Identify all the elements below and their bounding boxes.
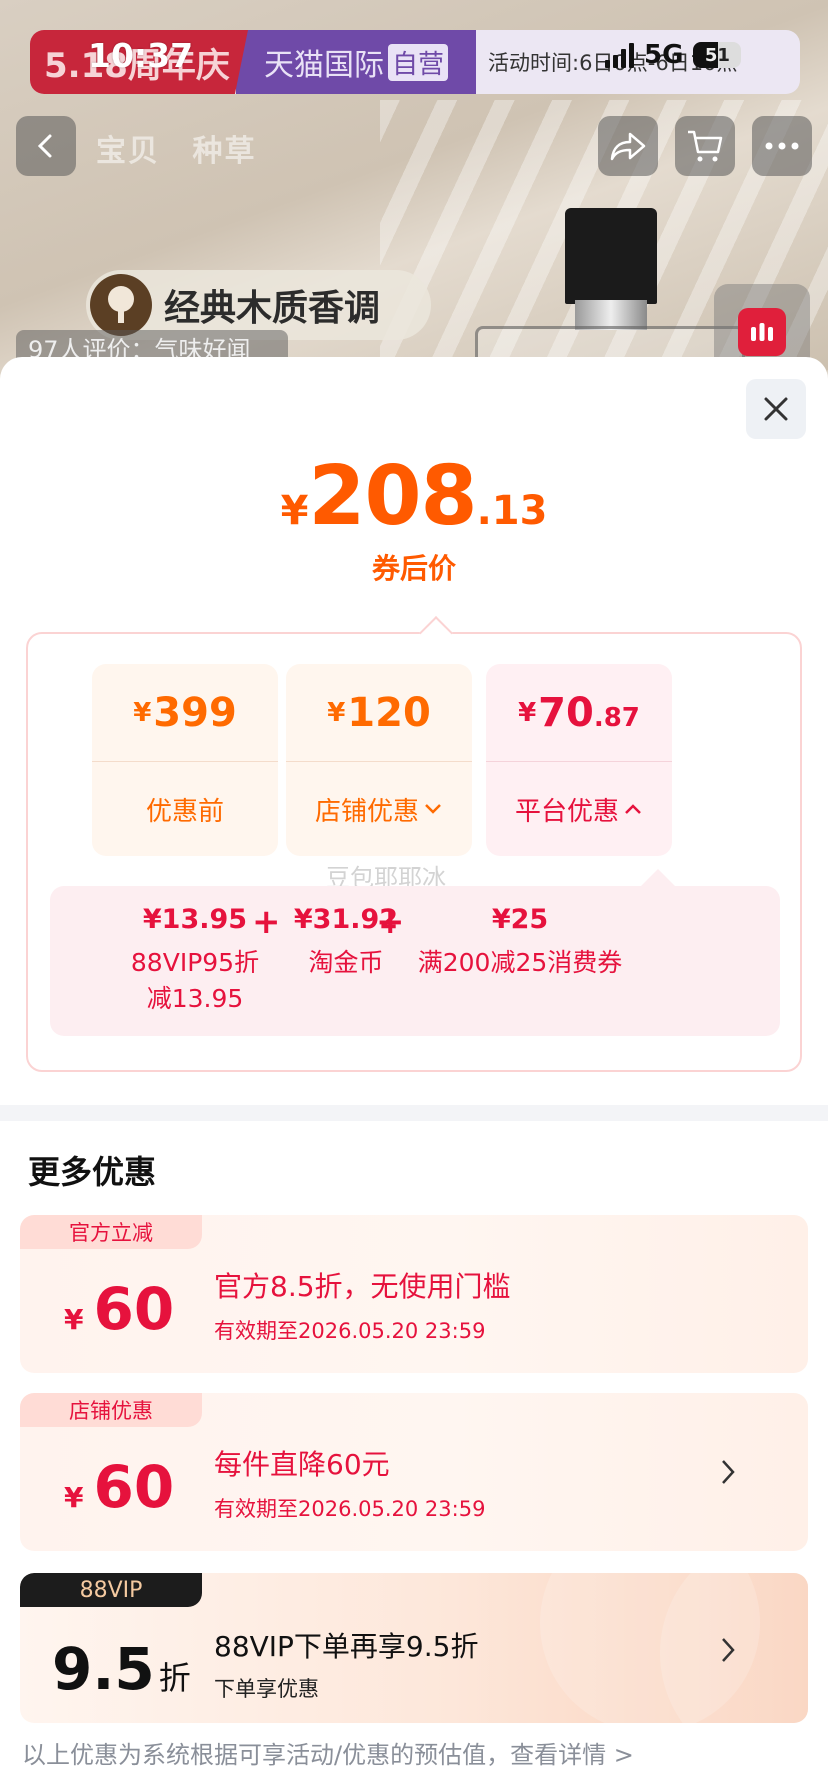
- offer-amount-value: 60: [93, 1275, 175, 1343]
- original-price-card: ¥399 优惠前: [92, 664, 278, 856]
- platform-discount-detail: ¥13.95 88VIP95折 减13.95 + ¥31.92 淘金币 + ¥2…: [50, 869, 780, 1036]
- more-icon: [765, 142, 799, 150]
- platform-discount-label: 平台优惠: [514, 796, 619, 827]
- vip-offer[interactable]: 88VIP 9.5 折 88VIP下单再享9.5折 下单享优惠: [20, 1573, 808, 1723]
- vip-discount-unit: 折: [158, 1659, 191, 1697]
- bottle-cap: [565, 208, 657, 304]
- chevron-up-icon: [625, 804, 641, 814]
- offer-title: 每件直降60元: [214, 1448, 390, 1481]
- brand-name: 天猫国际: [264, 48, 384, 83]
- section-divider: [0, 1105, 828, 1121]
- final-price-integer: 208: [308, 449, 477, 544]
- vip-discount-rate: 9.5: [52, 1635, 155, 1703]
- chevron-right-icon[interactable]: [718, 1635, 738, 1665]
- offer-validity: 有效期至2026.05.20 23:59: [214, 1497, 486, 1521]
- tree-icon: [90, 274, 152, 336]
- offer-badge: 官方立减: [20, 1215, 202, 1249]
- currency-symbol: ¥: [327, 697, 346, 728]
- final-price-label: 券后价: [371, 552, 456, 585]
- chevron-left-icon: [37, 134, 52, 158]
- currency-symbol: ¥: [64, 1303, 84, 1336]
- more-button[interactable]: [752, 116, 812, 176]
- original-price-label: 优惠前: [145, 796, 224, 827]
- network-type: 5G: [644, 40, 684, 70]
- close-icon: [764, 397, 788, 421]
- tmall-global-label: 天猫国际 自营: [236, 30, 476, 94]
- share-button[interactable]: [598, 116, 658, 176]
- back-button[interactable]: [16, 116, 76, 176]
- vip-subtitle: 下单享优惠: [214, 1677, 319, 1701]
- final-price: ¥208.13: [0, 449, 828, 544]
- offer-validity: 有效期至2026.05.20 23:59: [214, 1319, 486, 1343]
- plus-operator: +: [376, 902, 405, 942]
- store-discount-card[interactable]: ¥120 店铺优惠: [286, 664, 472, 856]
- platform-discount-card[interactable]: ¥70.87 平台优惠: [486, 664, 672, 856]
- vip-amount: 9.5 折: [52, 1635, 191, 1703]
- offer-amount-value: 60: [93, 1453, 175, 1521]
- offer-amount: ¥60: [64, 1275, 174, 1343]
- store-discount-label: 店铺优惠: [314, 796, 419, 827]
- coupon-text: 满200减25消费券: [417, 948, 623, 977]
- currency-symbol: ¥: [518, 697, 537, 728]
- cart-icon: [688, 130, 723, 162]
- price-breakdown: ¥399 优惠前 - ¥120 店铺优惠 - ¥70.87 平台优惠 豆包耶耶冰…: [26, 616, 802, 1072]
- official-discount-offer: 官方立减 ¥60 官方8.5折，无使用门槛 有效期至2026.05.20 23:…: [20, 1215, 808, 1373]
- chevron-right-icon[interactable]: [718, 1457, 738, 1487]
- vip-badge: 88VIP: [20, 1573, 202, 1607]
- final-price-decimal: .13: [476, 488, 548, 534]
- taojin-coin-text: 淘金币: [308, 948, 384, 977]
- offer-badge: 店铺优惠: [20, 1393, 202, 1427]
- final-price-currency: ¥: [280, 488, 309, 534]
- chevron-down-icon: [425, 804, 441, 814]
- store-discount-offer[interactable]: 店铺优惠 ¥60 每件直降60元 有效期至2026.05.20 23:59: [20, 1393, 808, 1551]
- currency-symbol: ¥: [133, 697, 152, 728]
- tab-item[interactable]: 宝贝: [96, 134, 160, 169]
- offer-amount: ¥60: [64, 1453, 174, 1521]
- store-discount-value: 120: [347, 689, 431, 736]
- signal-icon: [605, 42, 634, 68]
- vip-title: 88VIP下单再享9.5折: [214, 1630, 479, 1663]
- platform-discount-decimal: .87: [593, 702, 640, 733]
- cart-button[interactable]: [675, 116, 735, 176]
- currency-symbol: ¥: [64, 1481, 84, 1514]
- battery-percent: 51: [704, 44, 730, 66]
- platform-discount-value: 70: [538, 689, 594, 736]
- vip-discount-item: ¥13.95 88VIP95折 减13.95: [120, 904, 270, 1017]
- more-offers-title: 更多优惠: [28, 1153, 157, 1191]
- estimate-footnote-link[interactable]: 以上优惠为系统根据可享活动/优惠的预估值，查看详情 >: [22, 1735, 634, 1770]
- product-page-background: 5.18周年庆 天猫国际 自营 活动时间:6日0点-6日10点 10:37 5G…: [0, 0, 828, 386]
- self-operated-tag: 自营: [388, 43, 449, 81]
- close-button[interactable]: [746, 379, 806, 439]
- status-indicators: 5G 51: [605, 40, 742, 70]
- price-detail-sheet: ¥208.13 券后价 ¥399 优惠前 - ¥120 店铺优惠 - ¥70.8…: [0, 357, 828, 1792]
- vip-discount-value: ¥13.95: [142, 904, 248, 935]
- scent-note-text: 经典木质香调: [164, 288, 381, 329]
- vip-discount-text: 88VIP95折 减13.95: [130, 948, 260, 1013]
- page-tabs: 宝贝 种草: [96, 126, 276, 170]
- share-icon: [610, 132, 646, 161]
- tab-seeding[interactable]: 种草: [192, 134, 256, 169]
- status-time: 10:37: [88, 36, 194, 75]
- original-price-value: 399: [153, 689, 237, 736]
- battery-icon: 51: [693, 42, 742, 68]
- offer-title: 官方8.5折，无使用门槛: [214, 1270, 511, 1303]
- coupon-item: ¥25 满200减25消费券: [410, 904, 630, 981]
- live-icon: [738, 308, 786, 356]
- coupon-value: ¥25: [491, 904, 549, 935]
